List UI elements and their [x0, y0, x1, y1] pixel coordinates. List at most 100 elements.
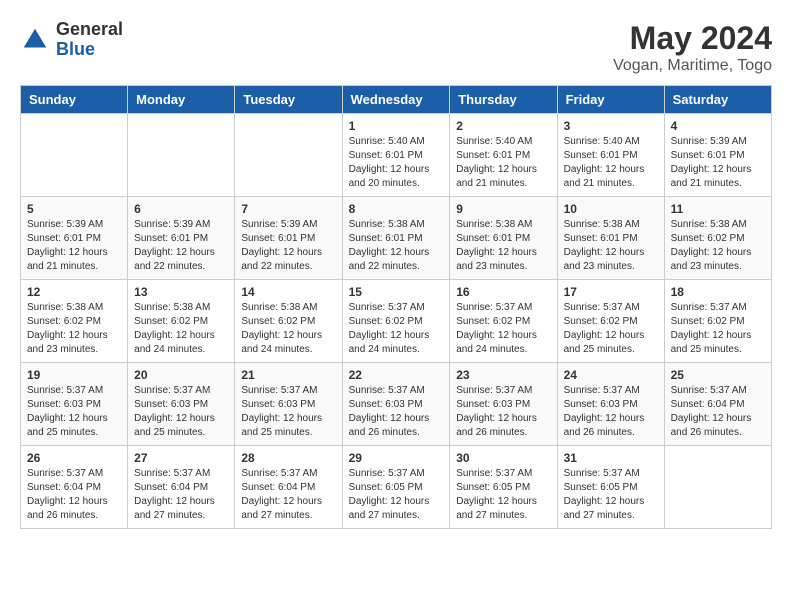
day-number: 1: [349, 119, 444, 133]
day-number: 16: [456, 285, 550, 299]
day-number: 17: [564, 285, 658, 299]
day-info: Sunrise: 5:37 AM Sunset: 6:04 PM Dayligh…: [27, 467, 121, 523]
day-info: Sunrise: 5:37 AM Sunset: 6:03 PM Dayligh…: [27, 384, 121, 440]
calendar-cell: 16 Sunrise: 5:37 AM Sunset: 6:02 PM Dayli…: [450, 280, 557, 363]
day-info: Sunrise: 5:39 AM Sunset: 6:01 PM Dayligh…: [671, 135, 765, 191]
logo-blue-text: Blue: [56, 40, 123, 60]
day-info: Sunrise: 5:39 AM Sunset: 6:01 PM Dayligh…: [134, 218, 228, 274]
calendar-week-row: 19 Sunrise: 5:37 AM Sunset: 6:03 PM Dayli…: [21, 363, 772, 446]
day-number: 9: [456, 202, 550, 216]
logo: General Blue: [20, 20, 123, 60]
day-info: Sunrise: 5:37 AM Sunset: 6:03 PM Dayligh…: [134, 384, 228, 440]
calendar-cell: 6 Sunrise: 5:39 AM Sunset: 6:01 PM Daylig…: [128, 197, 235, 280]
calendar-cell: 23Sunrise: 5:37 AM Sunset: 6:03 PM Dayli…: [450, 363, 557, 446]
day-info: Sunrise: 5:38 AM Sunset: 6:02 PM Dayligh…: [241, 301, 335, 357]
calendar-cell: 4 Sunrise: 5:39 AM Sunset: 6:01 PM Daylig…: [664, 114, 771, 197]
calendar-cell: [128, 114, 235, 197]
page-subtitle: Vogan, Maritime, Togo: [613, 57, 772, 75]
calendar-cell: 15Sunrise: 5:37 AM Sunset: 6:02 PM Dayli…: [342, 280, 450, 363]
calendar-cell: 5Sunrise: 5:39 AM Sunset: 6:01 PM Daylig…: [21, 197, 128, 280]
title-block: May 2024 Vogan, Maritime, Togo: [613, 20, 772, 75]
calendar-header-row: SundayMondayTuesdayWednesdayThursdayFrid…: [21, 86, 772, 114]
day-number: 25: [671, 368, 765, 382]
day-info: Sunrise: 5:37 AM Sunset: 6:05 PM Dayligh…: [564, 467, 658, 523]
day-info: Sunrise: 5:37 AM Sunset: 6:04 PM Dayligh…: [134, 467, 228, 523]
day-number: 7: [241, 202, 335, 216]
day-info: Sunrise: 5:37 AM Sunset: 6:05 PM Dayligh…: [349, 467, 444, 523]
calendar-cell: 19 Sunrise: 5:37 AM Sunset: 6:03 PM Dayli…: [21, 363, 128, 446]
day-number: 28: [241, 451, 335, 465]
page-title: May 2024: [613, 20, 772, 57]
calendar-header-sunday: Sunday: [21, 86, 128, 114]
calendar-cell: 20 Sunrise: 5:37 AM Sunset: 6:03 PM Dayli…: [128, 363, 235, 446]
day-number: 2: [456, 119, 550, 133]
day-info: Sunrise: 5:37 AM Sunset: 6:03 PM Dayligh…: [241, 384, 335, 440]
calendar-cell: [664, 446, 771, 529]
calendar-cell: 17 Sunrise: 5:37 AM Sunset: 6:02 PM Dayli…: [557, 280, 664, 363]
day-number: 4: [671, 119, 765, 133]
calendar-cell: 26 Sunrise: 5:37 AM Sunset: 6:04 PM Dayli…: [21, 446, 128, 529]
day-number: 22: [349, 368, 444, 382]
day-number: 11: [671, 202, 765, 216]
day-number: 18: [671, 285, 765, 299]
day-info: Sunrise: 5:37 AM Sunset: 6:03 PM Dayligh…: [456, 384, 550, 440]
calendar-cell: 31 Sunrise: 5:37 AM Sunset: 6:05 PM Dayli…: [557, 446, 664, 529]
day-info: Sunrise: 5:40 AM Sunset: 6:01 PM Dayligh…: [564, 135, 658, 191]
calendar-cell: 22 Sunrise: 5:37 AM Sunset: 6:03 PM Dayli…: [342, 363, 450, 446]
day-number: 21: [241, 368, 335, 382]
calendar-cell: 13 Sunrise: 5:38 AM Sunset: 6:02 PM Dayli…: [128, 280, 235, 363]
calendar-week-row: 12 Sunrise: 5:38 AM Sunset: 6:02 PM Dayli…: [21, 280, 772, 363]
day-number: 19: [27, 368, 121, 382]
calendar-cell: 10 Sunrise: 5:38 AM Sunset: 6:01 PM Dayli…: [557, 197, 664, 280]
calendar-header-wednesday: Wednesday: [342, 86, 450, 114]
calendar-cell: 8 Sunrise: 5:38 AM Sunset: 6:01 PM Daylig…: [342, 197, 450, 280]
day-number: 30: [456, 451, 550, 465]
calendar-header-monday: Monday: [128, 86, 235, 114]
day-info: Sunrise: 5:38 AM Sunset: 6:01 PM Dayligh…: [564, 218, 658, 274]
calendar-cell: 18 Sunrise: 5:37 AM Sunset: 6:02 PM Dayli…: [664, 280, 771, 363]
calendar-cell: [235, 114, 342, 197]
calendar-cell: 9Sunrise: 5:38 AM Sunset: 6:01 PM Daylig…: [450, 197, 557, 280]
day-number: 26: [27, 451, 121, 465]
day-info: Sunrise: 5:37 AM Sunset: 6:02 PM Dayligh…: [671, 301, 765, 357]
calendar-week-row: 26 Sunrise: 5:37 AM Sunset: 6:04 PM Dayli…: [21, 446, 772, 529]
day-number: 6: [134, 202, 228, 216]
day-info: Sunrise: 5:37 AM Sunset: 6:04 PM Dayligh…: [671, 384, 765, 440]
day-number: 8: [349, 202, 444, 216]
day-info: Sunrise: 5:39 AM Sunset: 6:01 PM Dayligh…: [27, 218, 121, 274]
calendar-header-thursday: Thursday: [450, 86, 557, 114]
day-info: Sunrise: 5:37 AM Sunset: 6:02 PM Dayligh…: [456, 301, 550, 357]
day-number: 29: [349, 451, 444, 465]
day-number: 12: [27, 285, 121, 299]
day-number: 20: [134, 368, 228, 382]
calendar-cell: 21 Sunrise: 5:37 AM Sunset: 6:03 PM Dayli…: [235, 363, 342, 446]
day-number: 10: [564, 202, 658, 216]
calendar-cell: 27 Sunrise: 5:37 AM Sunset: 6:04 PM Dayli…: [128, 446, 235, 529]
day-info: Sunrise: 5:38 AM Sunset: 6:02 PM Dayligh…: [134, 301, 228, 357]
day-number: 24: [564, 368, 658, 382]
calendar-cell: [21, 114, 128, 197]
page-header: General Blue May 2024 Vogan, Maritime, T…: [20, 20, 772, 75]
logo-icon: [20, 25, 50, 55]
day-info: Sunrise: 5:37 AM Sunset: 6:03 PM Dayligh…: [349, 384, 444, 440]
day-number: 3: [564, 119, 658, 133]
day-number: 31: [564, 451, 658, 465]
day-info: Sunrise: 5:39 AM Sunset: 6:01 PM Dayligh…: [241, 218, 335, 274]
calendar-header-tuesday: Tuesday: [235, 86, 342, 114]
day-info: Sunrise: 5:37 AM Sunset: 6:05 PM Dayligh…: [456, 467, 550, 523]
day-number: 27: [134, 451, 228, 465]
calendar-cell: 2Sunrise: 5:40 AM Sunset: 6:01 PM Daylig…: [450, 114, 557, 197]
day-info: Sunrise: 5:38 AM Sunset: 6:01 PM Dayligh…: [349, 218, 444, 274]
calendar-header-friday: Friday: [557, 86, 664, 114]
calendar-week-row: 1 Sunrise: 5:40 AM Sunset: 6:01 PM Daylig…: [21, 114, 772, 197]
day-number: 13: [134, 285, 228, 299]
calendar-cell: 1Sunrise: 5:40 AM Sunset: 6:01 PM Daylig…: [342, 114, 450, 197]
day-info: Sunrise: 5:37 AM Sunset: 6:03 PM Dayligh…: [564, 384, 658, 440]
calendar-header-saturday: Saturday: [664, 86, 771, 114]
day-number: 14: [241, 285, 335, 299]
calendar-cell: 25 Sunrise: 5:37 AM Sunset: 6:04 PM Dayli…: [664, 363, 771, 446]
day-info: Sunrise: 5:37 AM Sunset: 6:04 PM Dayligh…: [241, 467, 335, 523]
day-info: Sunrise: 5:37 AM Sunset: 6:02 PM Dayligh…: [564, 301, 658, 357]
day-info: Sunrise: 5:37 AM Sunset: 6:02 PM Dayligh…: [349, 301, 444, 357]
calendar-table: SundayMondayTuesdayWednesdayThursdayFrid…: [20, 85, 772, 529]
